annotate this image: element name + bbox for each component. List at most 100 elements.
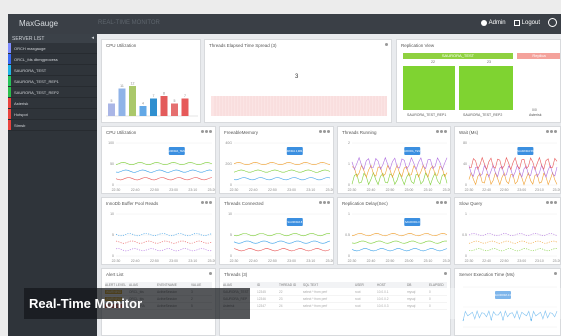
y-tick-label: 0 [465,183,467,187]
server-color-marker [8,109,11,119]
series-line[interactable] [351,233,448,237]
series-line[interactable] [233,177,331,181]
column-header[interactable]: SQL TEXT [303,283,318,287]
series-line[interactable] [468,171,558,186]
series-line[interactable] [115,240,213,244]
series-line[interactable] [115,177,213,181]
series-line[interactable] [233,233,331,237]
sidebar-server-item[interactable]: Asterisk [8,98,97,109]
x-tick-label: 22:30 [348,259,357,263]
column-header[interactable]: VALUE [191,283,201,287]
series-line[interactable] [233,169,331,173]
replication-other-head[interactable]: Replica [517,53,560,59]
series-line[interactable] [351,156,448,171]
x-tick-label: 23:20 [553,188,561,192]
panel-replication: Replication View SAURORA_TEST Replica 22… [396,39,561,123]
cpu-bar[interactable] [139,106,147,116]
x-tick-label: 22:30 [230,259,239,263]
banner-fade [250,288,561,319]
settings-icon[interactable] [209,272,212,275]
x-tick-label: 23:00 [169,259,178,263]
sidebar-server-item[interactable]: ORCL_fds dbmgprocess [8,54,97,65]
cpu-bar-label: 7 [153,94,155,98]
collapse-icon[interactable]: ◂ [91,35,94,41]
line-chart: 10 5 022:30 22:40 22:50 23:00 23:10 23:20 SAUROR… [228,212,333,263]
series-line[interactable] [115,169,213,173]
settings-icon[interactable] [444,272,447,275]
settings-button[interactable] [548,18,557,27]
sidebar-server-item[interactable]: Stmsb [8,120,97,131]
series-line[interactable] [468,248,558,252]
y-tick-label: 2 [348,141,350,145]
sidebar-server-item[interactable]: ORCH maxgauge [8,43,97,54]
panel-wait: Wait (Ms) 80 40 0 22:30 22:40 22:50 23:00 23:10 2… [454,126,561,194]
x-tick-label: 23:20 [443,188,451,192]
column-header[interactable]: THREAD ID [279,283,296,287]
admin-button[interactable]: Admin [480,19,506,26]
cpu-bar[interactable] [171,103,178,117]
server-name: SAURORA_TEST_REP1 [14,79,59,84]
x-tick-label: 23:10 [306,259,315,263]
column-header[interactable]: DB [407,283,411,287]
server-list-header[interactable]: SERVER LIST ◂ [8,34,97,43]
logout-button[interactable]: Logout [513,19,540,26]
x-tick-label: 23:20 [208,259,216,263]
sidebar-server-item[interactable]: SAURORA_TEST [8,65,97,76]
series-line[interactable] [468,156,558,171]
sidebar-server-item[interactable]: Hotspot [8,109,97,120]
series-line[interactable] [115,248,213,252]
x-tick-label: 23:00 [169,188,178,192]
logout-icon [513,19,520,26]
x-tick-label: 23:20 [208,188,216,192]
sidebar-server-item[interactable]: SAURORA_TEST_REP2 [8,87,97,98]
panel-slow-query: Slow Query 1 0.5 0 22:30 22:40 22:50 23:00 23:10… [454,197,561,265]
column-header[interactable]: HOST [377,283,386,287]
y-tick-label: 1 [465,212,467,216]
replica-value-a: 22 [431,60,435,64]
series-line[interactable] [351,164,448,179]
x-tick-label: 23:00 [287,259,296,263]
series-line[interactable] [468,240,558,244]
line-chart: 80 40 022:30 22:40 22:50 23:00 23:10 23:20 SAURO… [463,141,561,192]
replica-label-3: Asterisk [529,113,542,117]
line-chart: 100 50 022:30 22:40 22:50 23:00 23:10 23:20 ASAU… [108,141,216,192]
replication-master[interactable]: SAURORA_TEST [403,53,513,59]
column-header[interactable]: ALIAS [223,283,232,287]
cpu-bar-label: 12 [131,82,135,86]
sidebar-server-item[interactable]: SAURORA_TEST_REP1 [8,76,97,87]
cpu-bar[interactable] [150,98,157,117]
series-line[interactable] [115,162,213,166]
panel-threads-connected: Threads Connected 10 5 0 22:30 22:40 22:50 23:0… [219,197,334,265]
series-line[interactable] [233,162,331,166]
y-tick-label: 10 [110,212,114,216]
cpu-bar[interactable] [129,86,136,116]
x-tick-label: 22:40 [367,259,376,263]
line-chart: 40G 20G 022:30 22:40 22:50 23:00 23:10 23:20 SAU… [225,141,333,192]
column-header[interactable]: ALERT LEVEL [105,283,126,287]
replica-block-2[interactable] [459,66,513,110]
line-chart: 1 0.5 022:30 22:40 22:50 23:00 23:10 23:20 SAURO… [345,212,450,263]
column-header[interactable]: ID [257,283,260,287]
cpu-bar[interactable] [160,96,168,116]
series-line[interactable] [468,233,558,237]
cpu-bar-label: 11 [120,84,124,88]
series-line[interactable] [233,240,331,244]
replica-block-1[interactable] [403,66,455,110]
cpu-bar[interactable] [181,98,189,117]
column-header[interactable]: ELAPSED [429,283,444,287]
y-tick-label: 40 [463,162,467,166]
column-header[interactable]: ALIAS [129,283,138,287]
cpu-bar-label: 7 [184,94,186,98]
x-tick-label: 22:50 [500,259,509,263]
cpu-bar[interactable] [108,103,115,117]
series-line[interactable] [115,233,213,237]
series-line[interactable] [351,248,448,252]
cpu-bar[interactable] [118,88,126,117]
series-line[interactable] [233,248,331,252]
x-tick-label: 22:30 [112,259,121,263]
column-header[interactable]: USER [355,283,364,287]
column-header[interactable]: EVENTNAME [157,283,177,287]
series-line[interactable] [351,171,448,186]
series-line[interactable] [351,240,448,244]
x-tick-label: 22:40 [249,259,258,263]
